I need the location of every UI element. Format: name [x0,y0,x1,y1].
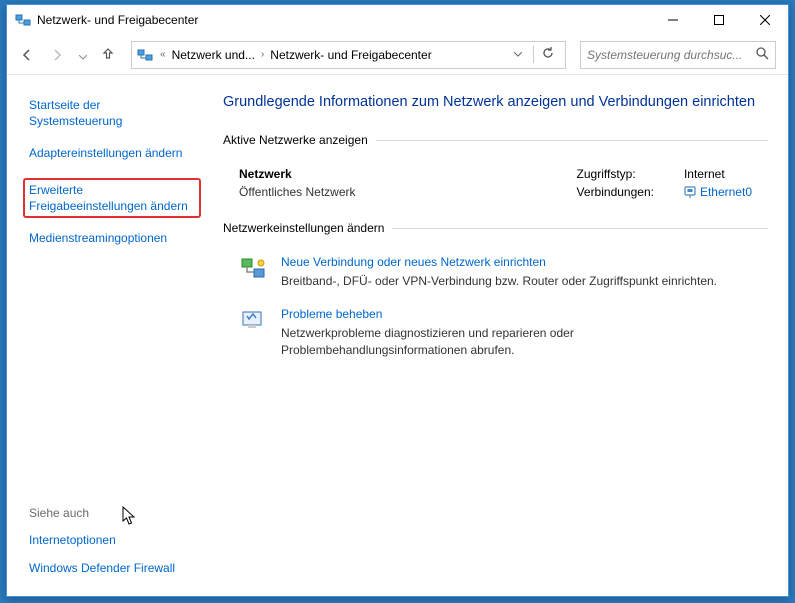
app-icon [15,12,31,28]
sidebar-media-link[interactable]: Medienstreamingoptionen [29,230,197,246]
troubleshoot-desc: Netzwerkprobleme diagnostizieren und rep… [281,325,752,359]
back-button[interactable] [19,47,35,63]
active-networks-label: Aktive Netzwerke anzeigen [223,133,368,147]
sidebar-internet-options-link[interactable]: Internetoptionen [29,532,197,548]
breadcrumb-dropdown[interactable] [507,49,529,60]
recent-dropdown[interactable] [79,48,87,62]
ethernet-icon [684,185,696,199]
refresh-button[interactable] [533,46,561,63]
location-icon [136,46,154,64]
connections-label: Verbindungen: [577,185,654,199]
breadcrumb-sep: « [158,49,168,60]
setup-connection-item: Neue Verbindung oder neues Netzwerk einr… [239,255,752,290]
access-type-label: Zugriffstyp: [577,167,654,181]
minimize-button[interactable] [650,5,696,35]
window-title: Netzwerk- und Freigabecenter [37,13,650,27]
forward-button[interactable] [49,47,65,63]
access-type-value: Internet [684,167,752,181]
sidebar-sharing-link[interactable]: Erweiterte Freigabeeinstellungen ändern [23,178,201,218]
search-input[interactable] [587,48,756,62]
setup-connection-icon [239,255,267,283]
network-sharing-center-window: Netzwerk- und Freigabecenter « Netzwerk … [6,4,789,597]
body: Startseite der Systemsteuerung Adapterei… [7,75,788,596]
breadcrumb[interactable]: « Netzwerk und... › Netzwerk- und Freiga… [131,41,566,69]
network-name: Netzwerk [239,167,537,181]
chevron-right-icon: › [259,49,266,60]
up-button[interactable] [101,46,117,64]
troubleshoot-link[interactable]: Probleme beheben [281,307,752,321]
active-network-block: Netzwerk Öffentliches Netzwerk Zugriffst… [239,167,752,199]
troubleshoot-icon [239,307,267,335]
network-type: Öffentliches Netzwerk [239,185,537,199]
setup-connection-desc: Breitband-, DFÜ- oder VPN-Verbindung bzw… [281,273,752,290]
maximize-button[interactable] [696,5,742,35]
breadcrumb-item-parent[interactable]: Netzwerk und... [172,48,255,62]
search-box[interactable] [580,41,776,69]
connection-link[interactable]: Ethernet0 [684,185,752,199]
window-controls [650,5,788,35]
change-settings-label: Netzwerkeinstellungen ändern [223,221,384,235]
toolbar: « Netzwerk und... › Netzwerk- und Freiga… [7,35,788,75]
titlebar: Netzwerk- und Freigabecenter [7,5,788,35]
search-icon[interactable] [756,47,769,63]
sidebar: Startseite der Systemsteuerung Adapterei… [7,75,207,596]
see-also-heading: Siehe auch [29,506,197,520]
sidebar-firewall-link[interactable]: Windows Defender Firewall [29,560,197,576]
close-button[interactable] [742,5,788,35]
breadcrumb-item-current[interactable]: Netzwerk- und Freigabecenter [270,48,431,62]
sidebar-home-link[interactable]: Startseite der Systemsteuerung [29,97,197,129]
main-content: Grundlegende Informationen zum Netzwerk … [207,75,788,596]
troubleshoot-item: Probleme beheben Netzwerkprobleme diagno… [239,307,752,359]
sidebar-adapter-link[interactable]: Adaptereinstellungen ändern [29,145,197,161]
page-heading: Grundlegende Informationen zum Netzwerk … [223,93,768,113]
setup-connection-link[interactable]: Neue Verbindung oder neues Netzwerk einr… [281,255,752,269]
